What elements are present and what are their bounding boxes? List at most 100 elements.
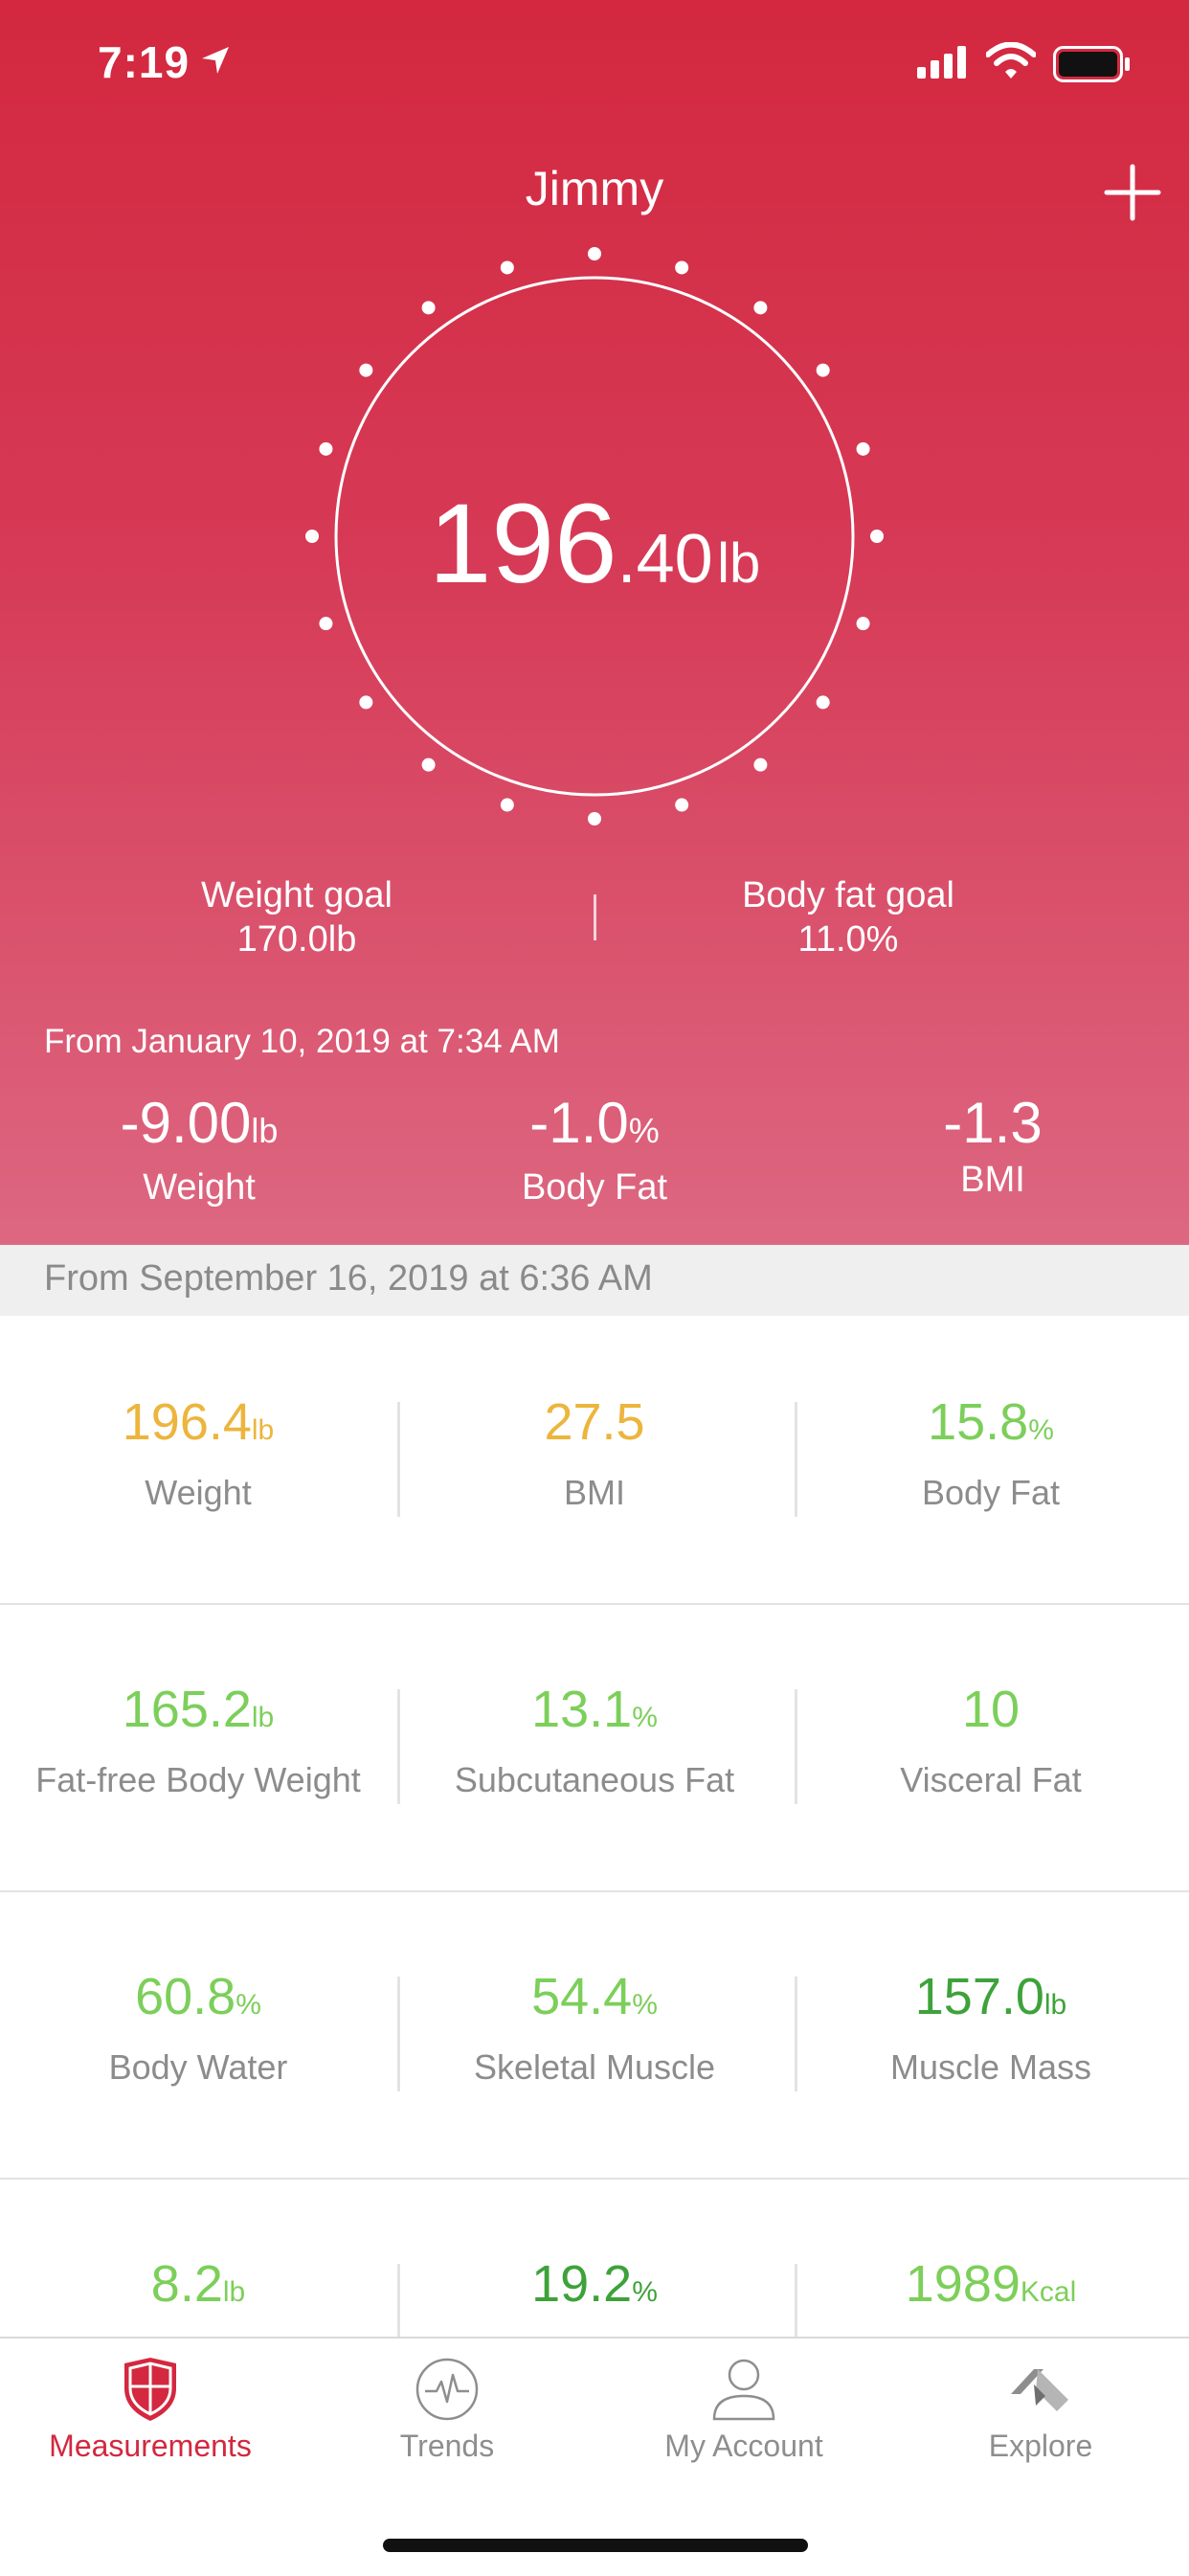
tab-measurements-label: Measurements [49, 2429, 252, 2463]
metric-value: 19.2% [396, 2254, 793, 2314]
current-weight-decimal: .40 [617, 521, 713, 598]
tab-trends[interactable]: Trends [299, 2356, 595, 2480]
dial-tick-dot [856, 441, 870, 456]
metric-number: 15.8 [928, 1393, 1029, 1451]
body-fat-change: -1.0% Body Fat [403, 1090, 786, 1210]
metric-label: BMI [563, 1473, 625, 1512]
metric-unit: % [632, 1702, 658, 1733]
bmi-change: -1.3 BMI [801, 1090, 1184, 1203]
dial-tick-dot [675, 798, 689, 812]
metric-divider [397, 1402, 400, 1517]
metric-number: 157.0 [914, 1968, 1044, 2025]
metric-unit: lb [251, 1702, 275, 1733]
body-fat-change-label: Body Fat [521, 1167, 668, 1208]
metric-cell[interactable]: 54.4% Skeletal Muscle [396, 1890, 793, 2178]
dial-tick-dot [816, 695, 830, 710]
dial-tick-dot [753, 301, 768, 315]
metric-number: 60.8 [135, 1968, 236, 2025]
tab-trends-label: Trends [399, 2429, 495, 2463]
dial-tick-dot [421, 757, 436, 772]
metric-unit: % [236, 1989, 261, 2021]
metric-cell[interactable]: 15.8% Body Fat [793, 1316, 1189, 1603]
summary-header: 7:19 Jimmy 196.40 lb Weight goal 170.0lb… [0, 0, 1189, 1245]
metric-label: Body Water [108, 2047, 288, 2087]
metric-label: Visceral Fat [900, 1760, 1082, 1799]
metric-cell[interactable]: 13.1% Subcutaneous Fat [396, 1603, 793, 1890]
metrics-row: 60.8% Body Water 54.4% Skeletal Muscle 157.0… [0, 1890, 1189, 2180]
metric-number: 8.2 [150, 2255, 223, 2313]
body-fat-goal-label: Body fat goal [742, 875, 954, 915]
metric-label: Fat-free Body Weight [35, 1760, 361, 1799]
weight-change: -9.00lb Weight [8, 1090, 391, 1210]
tab-my-account[interactable]: My Account [595, 2356, 892, 2480]
weight-goal-label: Weight goal [201, 875, 393, 915]
cellular-signal-icon [917, 46, 969, 83]
metric-cell[interactable]: 60.8% Body Water [0, 1890, 396, 2178]
metric-number: 196.4 [122, 1393, 252, 1451]
metric-number: 27.5 [544, 1393, 645, 1451]
tab-my-account-label: My Account [664, 2429, 823, 2463]
metric-cell[interactable]: 165.2lb Fat-free Body Weight [0, 1603, 396, 1890]
weight-change-label: Weight [143, 1167, 256, 1208]
metric-value: 13.1% [396, 1680, 793, 1739]
home-indicator [383, 2539, 808, 2552]
dial-tick-dot [500, 798, 514, 812]
weight-goal-value: 170.0lb [236, 919, 357, 960]
location-arrow-icon [199, 44, 232, 81]
metric-label: Weight [145, 1473, 252, 1512]
explore-icon [1011, 2369, 1068, 2411]
metric-value: 60.8% [0, 1967, 396, 2026]
wifi-icon [985, 41, 1037, 85]
metric-value: 165.2lb [0, 1680, 396, 1739]
weight-change-unit: lb [251, 1111, 279, 1150]
metric-label: Skeletal Muscle [473, 2047, 716, 2087]
metric-number: 10 [961, 1681, 1021, 1738]
dial-tick-dot [675, 260, 689, 275]
heartbeat-icon [415, 2358, 479, 2421]
metric-value: 8.2lb [0, 2254, 396, 2314]
metric-label: Subcutaneous Fat [454, 1760, 735, 1799]
metric-divider [397, 1977, 400, 2091]
metric-cell[interactable]: 157.0lb Muscle Mass [793, 1890, 1189, 2178]
body-fat-change-unit: % [628, 1111, 660, 1150]
tab-explore[interactable]: Explore [892, 2356, 1189, 2480]
dial-tick-dot [588, 247, 601, 260]
metric-number: 1989 [905, 2255, 1021, 2313]
shield-icon [124, 2358, 176, 2421]
metric-label: Muscle Mass [889, 2047, 1092, 2087]
metric-cell[interactable]: 10 Visceral Fat [793, 1603, 1189, 1890]
dial-tick-dot [588, 812, 601, 825]
metric-value: 54.4% [396, 1967, 793, 2026]
metric-unit: % [1028, 1414, 1054, 1446]
dial-tick-dot [359, 363, 373, 377]
metric-cell[interactable]: 27.5 BMI [396, 1316, 793, 1603]
dial-tick-dot [421, 301, 436, 315]
metric-label: Body Fat [921, 1473, 1061, 1512]
status-bar: 7:19 [0, 0, 1189, 124]
dial-tick-dot [500, 260, 514, 275]
metric-unit: lb [222, 2276, 246, 2308]
battery-icon [1053, 46, 1132, 87]
profile-name[interactable]: Jimmy [0, 161, 1189, 216]
tab-measurements[interactable]: Measurements [2, 2356, 299, 2480]
person-icon [712, 2359, 775, 2421]
weight-goal[interactable]: Weight goal 170.0lb [57, 873, 536, 961]
plus-icon [1104, 164, 1161, 221]
add-measurement-button[interactable] [1101, 161, 1164, 224]
body-fat-change-value: -1.0 [529, 1091, 629, 1155]
metric-unit: % [632, 2276, 658, 2308]
metric-divider [795, 1977, 797, 2091]
body-fat-goal[interactable]: Body fat goal 11.0% [609, 873, 1088, 961]
change-since-date: From January 10, 2019 at 7:34 AM [44, 1023, 560, 1060]
weight-change-value: -9.00 [120, 1091, 252, 1155]
metrics-row: 196.4lb Weight 27.5 BMI 15.8% Body Fat [0, 1316, 1189, 1605]
metrics-row: 165.2lb Fat-free Body Weight 13.1% Subcutan… [0, 1603, 1189, 1892]
dial-tick-dot [816, 363, 830, 377]
metric-cell[interactable]: 196.4lb Weight [0, 1316, 396, 1603]
metric-number: 13.1 [531, 1681, 633, 1738]
metric-value: 10 [793, 1680, 1189, 1739]
metric-number: 165.2 [122, 1681, 252, 1738]
metric-number: 54.4 [531, 1968, 633, 2025]
metric-divider [397, 1689, 400, 1804]
dial-tick-dot [753, 757, 768, 772]
